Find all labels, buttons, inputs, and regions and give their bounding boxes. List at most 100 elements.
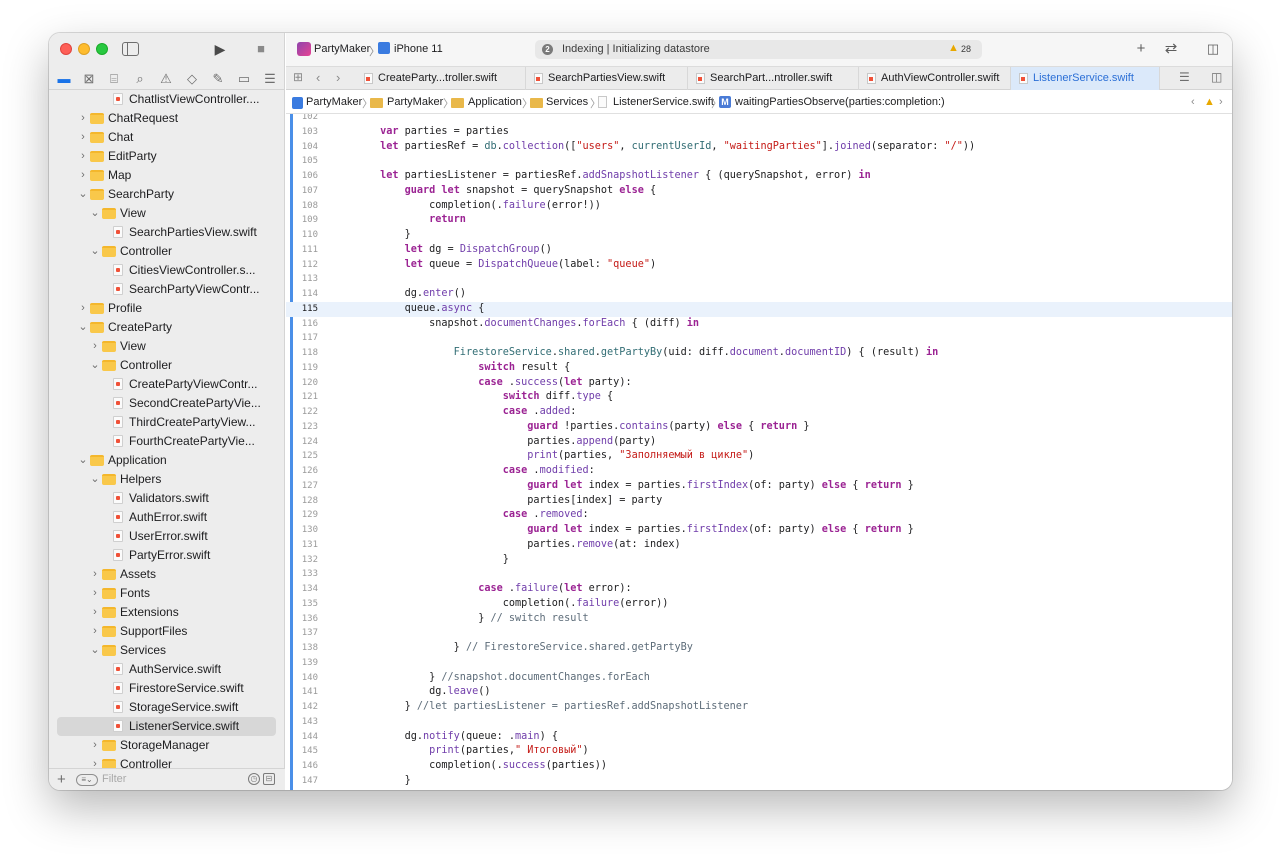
file-item[interactable]: ChatlistViewController.... — [57, 90, 276, 109]
group-item[interactable]: › SupportFiles — [57, 622, 276, 641]
code-line[interactable]: 110 } — [286, 228, 1232, 243]
code-line[interactable]: 106 let partiesListener = partiesRef.add… — [286, 169, 1232, 184]
group-item[interactable]: › EditParty — [57, 147, 276, 166]
code-line[interactable]: 140 } //snapshot.documentChanges.forEach — [286, 671, 1232, 686]
code-line[interactable]: 108 completion(.failure(error!)) — [286, 199, 1232, 214]
inspector-toggle-icon[interactable]: ◫ — [1204, 40, 1222, 58]
code-line[interactable]: 142 } //let partiesListener = partiesRef… — [286, 700, 1232, 715]
code-line[interactable]: 128 parties[index] = party — [286, 494, 1232, 509]
code-line[interactable]: 132 } — [286, 553, 1232, 568]
source-control-filter-icon[interactable]: ⊟ — [263, 773, 275, 785]
group-item[interactable]: ⌄ Controller — [57, 242, 276, 261]
code-line[interactable]: 123 guard !parties.contains(party) else … — [286, 420, 1232, 435]
source-control-navigator-icon[interactable]: ⊠ — [80, 70, 98, 88]
code-line[interactable]: 112 let queue = DispatchQueue(label: "qu… — [286, 258, 1232, 273]
editor-tab[interactable]: CreateParty...troller.swift — [356, 67, 526, 90]
code-line[interactable]: 137 — [286, 626, 1232, 641]
symbol-navigator-icon[interactable]: ⌸ — [105, 70, 123, 88]
code-line[interactable]: 114 dg.enter() — [286, 287, 1232, 302]
disclosure-expanded-icon[interactable]: ⌄ — [78, 454, 88, 466]
group-item[interactable]: ⌄ SearchParty — [57, 185, 276, 204]
code-line[interactable]: 143 — [286, 715, 1232, 730]
filter-options-icon[interactable]: ≡⌄ — [76, 774, 98, 786]
code-line[interactable]: 134 case .failure(let error): — [286, 582, 1232, 597]
group-item[interactable]: › Extensions — [57, 603, 276, 622]
split-editor-icon[interactable]: ◫ — [1211, 70, 1222, 84]
breakpoint-navigator-icon[interactable]: ▭ — [235, 70, 253, 88]
group-item[interactable]: › ChatRequest — [57, 109, 276, 128]
code-line[interactable]: 145 print(parties," Итоговый") — [286, 744, 1232, 759]
test-navigator-icon[interactable]: ◇ — [183, 70, 201, 88]
breadcrumb-item[interactable]: PartyMaker — [387, 96, 443, 108]
warning-icon[interactable]: ▲ — [1204, 96, 1215, 108]
recent-files-icon[interactable]: ◷ — [248, 773, 260, 785]
disclosure-expanded-icon[interactable]: ⌄ — [78, 321, 88, 333]
disclosure-expanded-icon[interactable]: ⌄ — [90, 207, 100, 219]
breadcrumb-item[interactable]: PartyMaker — [306, 96, 362, 108]
code-line[interactable]: 146 completion(.success(parties)) — [286, 759, 1232, 774]
scheme-app-icon[interactable] — [297, 42, 311, 56]
disclosure-expanded-icon[interactable]: ⌄ — [90, 359, 100, 371]
disclosure-collapsed-icon[interactable]: › — [90, 587, 100, 599]
code-line[interactable]: 138 } // FirestoreService.shared.getPart… — [286, 641, 1232, 656]
code-line[interactable]: 103 var parties = parties — [286, 125, 1232, 140]
editor-options-icon[interactable]: ☰ — [1179, 70, 1190, 84]
disclosure-collapsed-icon[interactable]: › — [78, 302, 88, 314]
code-line[interactable]: 105 — [286, 154, 1232, 169]
filter-input[interactable]: Filter — [102, 773, 126, 785]
related-items-icon[interactable]: ⊞ — [293, 70, 303, 84]
group-item[interactable]: › Chat — [57, 128, 276, 147]
code-line[interactable]: 129 case .removed: — [286, 508, 1232, 523]
issue-navigator-icon[interactable]: ⚠ — [157, 70, 175, 88]
code-line[interactable]: 115 queue.async { — [286, 301, 1232, 317]
disclosure-collapsed-icon[interactable]: › — [90, 340, 100, 352]
debug-navigator-icon[interactable]: ✎ — [209, 70, 227, 88]
code-line[interactable]: 127 guard let index = parties.firstIndex… — [286, 479, 1232, 494]
code-line[interactable]: 133 — [286, 567, 1232, 582]
code-line[interactable]: 126 case .modified: — [286, 464, 1232, 479]
group-item[interactable]: ⌄ View — [57, 204, 276, 223]
add-library-icon[interactable]: + — [1132, 40, 1150, 58]
code-line[interactable]: 131 parties.remove(at: index) — [286, 538, 1232, 553]
disclosure-expanded-icon[interactable]: ⌄ — [90, 245, 100, 257]
code-line[interactable]: 124 parties.append(party) — [286, 435, 1232, 450]
code-editor[interactable]: 102 103 var parties = parties 104 let part… — [286, 114, 1232, 790]
code-line[interactable]: 102 — [286, 114, 1232, 125]
run-button[interactable]: ▶ — [211, 40, 229, 58]
file-item[interactable]: StorageService.swift — [57, 698, 276, 717]
close-window-button[interactable] — [60, 43, 72, 55]
editor-tab[interactable]: SearchPart...ntroller.swift — [688, 67, 859, 90]
code-line[interactable]: 135 completion(.failure(error)) — [286, 597, 1232, 612]
project-navigator-icon[interactable]: ▬ — [55, 70, 73, 88]
group-item[interactable]: › View — [57, 337, 276, 356]
group-item[interactable]: › Assets — [57, 565, 276, 584]
disclosure-collapsed-icon[interactable]: › — [78, 169, 88, 181]
code-line[interactable]: 122 case .added: — [286, 405, 1232, 420]
code-line[interactable]: 107 guard let snapshot = querySnapshot e… — [286, 184, 1232, 199]
group-item[interactable]: ⌄ CreateParty — [57, 318, 276, 337]
group-item[interactable]: › Fonts — [57, 584, 276, 603]
code-line[interactable]: 130 guard let index = parties.firstIndex… — [286, 523, 1232, 538]
code-line[interactable]: 109 return — [286, 213, 1232, 228]
disclosure-collapsed-icon[interactable]: › — [90, 568, 100, 580]
disclosure-expanded-icon[interactable]: ⌄ — [90, 473, 100, 485]
code-line[interactable]: 118 FirestoreService.shared.getPartyBy(u… — [286, 346, 1232, 361]
next-issue-icon[interactable]: › — [1219, 96, 1223, 108]
editor-tab[interactable]: AuthViewController.swift — [859, 67, 1011, 90]
report-navigator-icon[interactable]: ☰ — [261, 70, 279, 88]
code-line[interactable]: 119 switch result { — [286, 361, 1232, 376]
group-item[interactable]: ⌄ Services — [57, 641, 276, 660]
file-item[interactable]: SearchPartyViewContr... — [57, 280, 276, 299]
code-line[interactable]: 111 let dg = DispatchGroup() — [286, 243, 1232, 258]
file-item[interactable]: SecondCreatePartyVie... — [57, 394, 276, 413]
editor-tab[interactable]: ListenerService.swift — [1011, 67, 1160, 90]
code-line[interactable]: 141 dg.leave() — [286, 685, 1232, 700]
code-line[interactable]: 116 snapshot.documentChanges.forEach { (… — [286, 317, 1232, 332]
group-item[interactable]: ⌄ Helpers — [57, 470, 276, 489]
file-item[interactable]: AuthService.swift — [57, 660, 276, 679]
file-item[interactable]: ThirdCreatePartyView... — [57, 413, 276, 432]
file-item[interactable]: AuthError.swift — [57, 508, 276, 527]
sidebar-toggle-icon[interactable] — [122, 42, 139, 56]
editor-tab[interactable]: SearchPartiesView.swift — [526, 67, 688, 90]
file-item[interactable]: SearchPartiesView.swift — [57, 223, 276, 242]
